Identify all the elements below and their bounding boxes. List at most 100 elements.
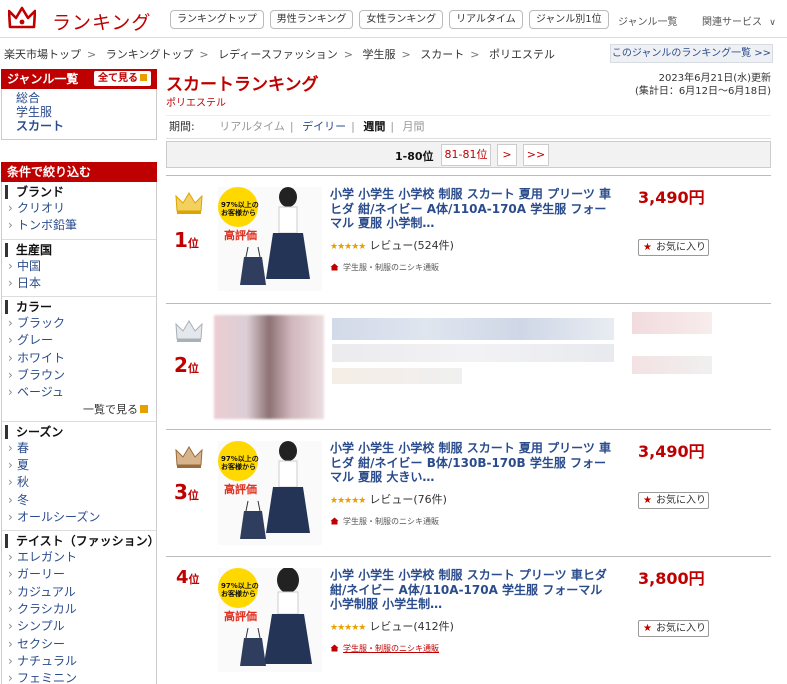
favorite-label: お気に入り <box>656 623 706 634</box>
genre-item-all[interactable]: 総合 <box>16 91 156 105</box>
pager-last-button[interactable]: >> <box>523 144 549 166</box>
favorite-button[interactable]: ★ お気に入り <box>638 239 709 256</box>
thumb-caption: 97%以上の お客様から <box>221 455 259 471</box>
product-thumbnail[interactable]: 97%以上の お客様から 高評価 <box>218 568 322 672</box>
period-realtime[interactable]: リアルタイム <box>219 120 285 133</box>
genre-item-uniform[interactable]: 学生服 <box>16 105 156 119</box>
star-icon: ★ <box>643 495 652 506</box>
product-title[interactable]: 小学 小学生 小学校 制服 スカート 夏用 プリーツ 車ヒダ 紺/ネイビー B体… <box>330 441 612 485</box>
product-price: 3,800円 <box>638 569 705 588</box>
period-monthly[interactable]: 月間 <box>403 120 425 133</box>
genre-list-header: ジャンル一覧 全て見る <box>1 69 157 89</box>
breadcrumb-item[interactable]: 楽天市場トップ <box>4 48 81 61</box>
shop-link[interactable]: 学生服・制服のニシキ通販 <box>330 643 439 654</box>
filter-item[interactable]: セクシー <box>2 636 156 654</box>
filter-item[interactable]: トンボ鉛筆 <box>2 217 156 235</box>
filter-item[interactable]: 日本 <box>2 275 156 293</box>
thumb-rating-label: 高評価 <box>224 229 257 242</box>
filter-item[interactable]: グレー <box>2 332 156 350</box>
rank-number: 3位 <box>174 480 199 504</box>
genre-ranking-list-button[interactable]: このジャンルのランキング一覧 >> <box>610 44 773 63</box>
ranking-item-1: 1位 97%以上の お客様から 高評価 小学 小学生 小学校 制服 スカート 夏… <box>166 175 771 303</box>
breadcrumb: 楽天市場トップ > ランキングトップ > レディースファッション > 学生服 > スカー… <box>4 48 555 61</box>
blurred-favorite[interactable] <box>632 356 712 374</box>
logo-text[interactable]: ランキング <box>52 8 151 35</box>
update-date: 2023年6月21日(水)更新 (集計日：6月12日～6月18日) <box>635 72 771 98</box>
period-weekly[interactable]: 週間 <box>363 120 385 133</box>
filter-item[interactable]: 夏 <box>2 457 156 475</box>
shop-link[interactable]: 学生服・制服のニシキ通販 <box>330 516 439 527</box>
pager-next-range[interactable]: 81-81位 <box>441 144 491 166</box>
filter-item[interactable]: ブラック <box>2 315 156 333</box>
filter-item[interactable]: 中国 <box>2 258 156 276</box>
filter-item[interactable]: クラシカル <box>2 601 156 619</box>
nav-female-ranking[interactable]: 女性ランキング <box>359 10 444 29</box>
related-services-link[interactable]: 関連サービス ∨ <box>702 13 776 28</box>
product-price: 3,490円 <box>638 442 705 461</box>
review-count: レビュー(76件) <box>369 493 447 506</box>
product-title[interactable]: 小学 小学生 小学校 制服 スカート 夏用 プリーツ 車ヒダ 紺/ネイビー A体… <box>330 187 612 231</box>
nav-genre-first[interactable]: ジャンル別1位 <box>528 10 609 29</box>
genre-item-skirt[interactable]: スカート <box>16 119 156 133</box>
blurred-product-thumbnail[interactable] <box>214 315 324 419</box>
review-info[interactable]: ★★★★★ レビュー(524件) <box>330 237 454 253</box>
filter-item[interactable]: 秋 <box>2 474 156 492</box>
filter-item[interactable]: オールシーズン <box>2 509 156 527</box>
filter-color: カラー ブラック グレー ホワイト ブラウン ベージュ 一覧で見る <box>2 297 156 422</box>
color-more-link[interactable]: 一覧で見る <box>2 402 156 417</box>
review-count: レビュー(524件) <box>369 239 454 252</box>
filter-item[interactable]: ベージュ <box>2 384 156 402</box>
breadcrumb-item[interactable]: スカート <box>420 48 464 61</box>
filter-item[interactable]: 冬 <box>2 492 156 510</box>
review-info[interactable]: ★★★★★ レビュー(76件) <box>330 491 447 507</box>
shop-link[interactable]: 学生服・制服のニシキ通販 <box>330 262 439 273</box>
filter-item[interactable]: ブラウン <box>2 367 156 385</box>
square-icon <box>140 404 148 413</box>
product-thumbnail[interactable]: 97%以上の お客様から 高評価 <box>218 441 322 545</box>
filter-item[interactable]: フェミニン <box>2 670 156 684</box>
nav-realtime[interactable]: リアルタイム <box>449 10 523 29</box>
filter-item[interactable]: ホワイト <box>2 350 156 368</box>
filter-item[interactable]: クリオリ <box>2 200 156 218</box>
filter-item[interactable]: ナチュラル <box>2 653 156 671</box>
filter-item[interactable]: エレガント <box>2 549 156 567</box>
view-all-button[interactable]: 全て見る <box>94 71 151 86</box>
thumb-rating-label: 高評価 <box>224 610 257 623</box>
product-thumbnail[interactable]: 97%以上の お客様から 高評価 <box>218 187 322 291</box>
filter-section-title: ブランド <box>5 185 156 199</box>
crown-logo-icon[interactable] <box>8 5 36 31</box>
favorite-button[interactable]: ★ お気に入り <box>638 492 709 509</box>
favorite-label: お気に入り <box>656 242 706 253</box>
date-range: (集計日：6月12日～6月18日) <box>635 86 771 97</box>
filter-section-title: カラー <box>5 300 156 315</box>
filter-season: シーズン 春 夏 秋 冬 オールシーズン <box>2 422 156 532</box>
filter-item[interactable]: ガーリー <box>2 566 156 584</box>
rank-number: 2位 <box>174 353 199 377</box>
review-info[interactable]: ★★★★★ レビュー(412件) <box>330 618 454 634</box>
star-icon: ★ <box>643 242 652 253</box>
filter-item[interactable]: カジュアル <box>2 584 156 602</box>
pager-next-button[interactable]: > <box>497 144 517 166</box>
nav-male-ranking[interactable]: 男性ランキング <box>269 10 354 29</box>
filter-brand: ブランド クリオリ トンボ鉛筆 <box>2 182 156 240</box>
breadcrumb-item[interactable]: ポリエステル <box>489 48 555 61</box>
filter-item[interactable]: 春 <box>2 440 156 458</box>
product-title[interactable]: 小学 小学生 小学校 制服 スカート プリーツ 車ヒダ 紺/ネイビー A体/11… <box>330 568 612 612</box>
home-icon <box>330 263 339 271</box>
genre-list-link[interactable]: ジャンル一覧 <box>618 13 678 28</box>
favorite-button[interactable]: ★ お気に入り <box>638 620 709 637</box>
bronze-crown-icon <box>175 446 203 468</box>
period-daily[interactable]: デイリー <box>302 120 346 133</box>
star-rating-icon: ★★★★★ <box>330 242 366 252</box>
blurred-product-title[interactable] <box>332 318 614 340</box>
top-nav: ランキングトップ 男性ランキング 女性ランキング リアルタイム ジャンル別1位 <box>170 10 609 29</box>
shop-name: 学生服・制服のニシキ通販 <box>343 644 439 653</box>
breadcrumb-item[interactable]: 学生服 <box>363 48 396 61</box>
shop-name: 学生服・制服のニシキ通販 <box>343 263 439 272</box>
breadcrumb-item[interactable]: レディースファッション <box>218 48 338 61</box>
nav-ranking-top[interactable]: ランキングトップ <box>170 10 264 29</box>
filter-item[interactable]: シンプル <box>2 618 156 636</box>
subgenre-label: ポリエステル <box>166 98 226 109</box>
breadcrumb-item[interactable]: ランキングトップ <box>106 48 194 61</box>
rank-number: 1位 <box>174 228 199 252</box>
